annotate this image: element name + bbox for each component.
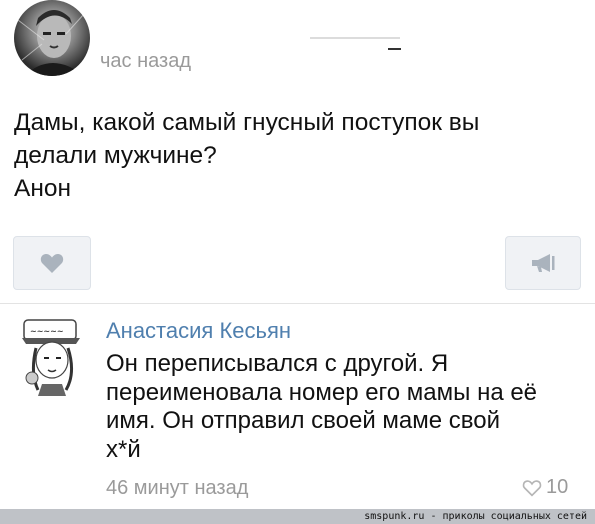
heart-icon (522, 479, 542, 497)
comment-text-line: переименовала номер его мамы на её (106, 378, 538, 406)
watermark-bar: smspunk.ru - приколы социальных сетей (0, 509, 595, 524)
post-timestamp: час назад (100, 50, 192, 72)
watermark-text: smspunk.ru - приколы социальных сетей (364, 511, 587, 522)
comment-author-name[interactable]: Анастасия Кесьян (106, 318, 291, 344)
post-body: Дамы, какой самый гнусный поступок вы де… (14, 106, 579, 205)
avatar-sketch-image: ~~~~~ (22, 319, 80, 396)
comment-text-line: Он переписывался с другой. Я (106, 350, 449, 377)
post-text-line: Анон (14, 175, 72, 202)
post-card: час назад Дамы, какой самый гнусный пост… (0, 0, 595, 300)
like-button[interactable] (13, 236, 91, 290)
comment-like-count: 10 (546, 476, 569, 498)
comment-body: Он переписывался с другой. Я переименова… (106, 350, 586, 464)
svg-text:~~~~~: ~~~~~ (30, 327, 64, 336)
post-text-line: делали мужчине? (14, 142, 217, 169)
section-divider (0, 303, 595, 304)
header-divider-line (310, 37, 400, 39)
comment-text-line: имя. Он отправил своей маме свой (106, 407, 501, 434)
header-dash-mark (388, 48, 401, 50)
comment-text-line: х*й (106, 435, 141, 463)
megaphone-icon (532, 254, 555, 272)
comment-timestamp: 46 минут назад (106, 477, 249, 499)
comment-like-button[interactable]: 10 (522, 476, 568, 499)
share-button[interactable] (505, 236, 581, 290)
post-author-avatar[interactable] (14, 0, 90, 76)
comment-author-avatar[interactable]: ~~~~~ (14, 318, 88, 396)
heart-icon (40, 253, 64, 273)
avatar-portrait-image (17, 10, 85, 76)
post-text-line: Дамы, какой самый гнусный поступок вы (14, 109, 480, 136)
